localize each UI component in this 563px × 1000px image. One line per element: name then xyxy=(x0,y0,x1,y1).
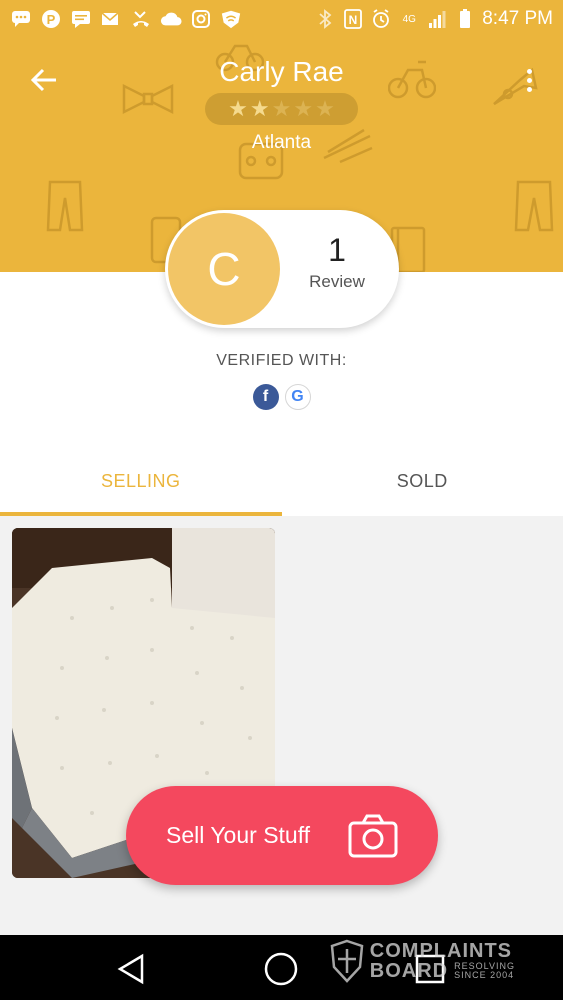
user-rating: ★ ★ ★ ★ ★ xyxy=(205,93,358,125)
facebook-icon: f xyxy=(252,384,279,410)
triangle-back-icon xyxy=(117,953,144,985)
wifi-shield-icon xyxy=(220,8,242,30)
svg-text:N: N xyxy=(349,13,358,27)
google-icon: G xyxy=(284,384,311,410)
pants-icon-2 xyxy=(514,180,554,232)
review-label[interactable]: Review xyxy=(287,272,387,292)
system-status: N 4G 8:47 PM xyxy=(314,8,553,30)
watermark-text: COMPLAINTS BOARD RESOLVING SINCE 2004 xyxy=(370,941,515,981)
watermark-line4: SINCE 2004 xyxy=(454,970,515,980)
nav-home-button[interactable] xyxy=(263,951,299,987)
status-bar: P N 4G 8:47 PM xyxy=(0,0,563,38)
clock: 8:47 PM xyxy=(482,8,553,29)
watermark-row: BOARD RESOLVING SINCE 2004 xyxy=(370,961,515,981)
missed-call-icon xyxy=(130,8,152,30)
star-filled-icon: ★ xyxy=(228,96,248,121)
avatar[interactable]: C xyxy=(168,213,280,325)
profile-card: C 1 Review xyxy=(165,210,399,328)
star-empty-icon: ★ xyxy=(271,96,292,121)
listing-tabs: SELLING SOLD xyxy=(0,446,563,516)
signal-icon xyxy=(426,8,448,30)
chat-bubble-icon xyxy=(10,8,32,30)
nfc-icon: N xyxy=(342,8,364,30)
circle-home-icon xyxy=(264,952,298,986)
verified-providers: f G xyxy=(0,384,563,410)
tab-sold[interactable]: SOLD xyxy=(282,446,563,516)
network-type-label: 4G xyxy=(402,13,416,25)
sell-button-label: Sell Your Stuff xyxy=(166,822,311,848)
tab-sold-label: SOLD xyxy=(396,470,448,491)
pants-icon xyxy=(46,180,84,232)
verified-label: VERIFIED WITH: xyxy=(216,352,347,369)
user-location: Atlanta xyxy=(251,132,312,153)
watermark-tagline: RESOLVING SINCE 2004 xyxy=(454,962,515,980)
system-nav-bar: COMPLAINTS BOARD RESOLVING SINCE 2004 xyxy=(0,935,563,1000)
tab-selling-label: SELLING xyxy=(100,470,181,491)
complaintsboard-watermark: COMPLAINTS BOARD RESOLVING SINCE 2004 xyxy=(330,939,515,983)
star-filled-icon: ★ xyxy=(249,96,270,121)
tab-selling[interactable]: SELLING xyxy=(0,446,282,516)
watermark-line2: BOARD xyxy=(369,960,449,982)
cloud-icon xyxy=(160,8,182,30)
pinterest-icon: P xyxy=(40,8,62,30)
network-type-icon: 4G xyxy=(398,8,420,30)
sell-your-stuff-button[interactable]: Sell Your Stuff xyxy=(126,786,438,885)
message-icon xyxy=(70,8,92,30)
review-count[interactable]: 1 xyxy=(287,232,387,269)
shield-logo-icon xyxy=(330,939,364,983)
svg-text:P: P xyxy=(47,12,56,27)
star-empty-icon: ★ xyxy=(315,96,335,121)
alarm-icon xyxy=(370,8,392,30)
star-empty-icon: ★ xyxy=(293,96,314,121)
bluetooth-icon xyxy=(314,8,336,30)
notification-icons: P xyxy=(10,8,242,30)
camera-icon xyxy=(348,814,398,858)
watermark-line1: COMPLAINTS xyxy=(369,940,513,962)
mail-icon xyxy=(100,8,122,30)
instagram-icon xyxy=(190,8,212,30)
battery-icon xyxy=(454,8,476,30)
user-name: Carly Rae xyxy=(219,56,344,87)
nav-back-button[interactable] xyxy=(114,951,150,987)
